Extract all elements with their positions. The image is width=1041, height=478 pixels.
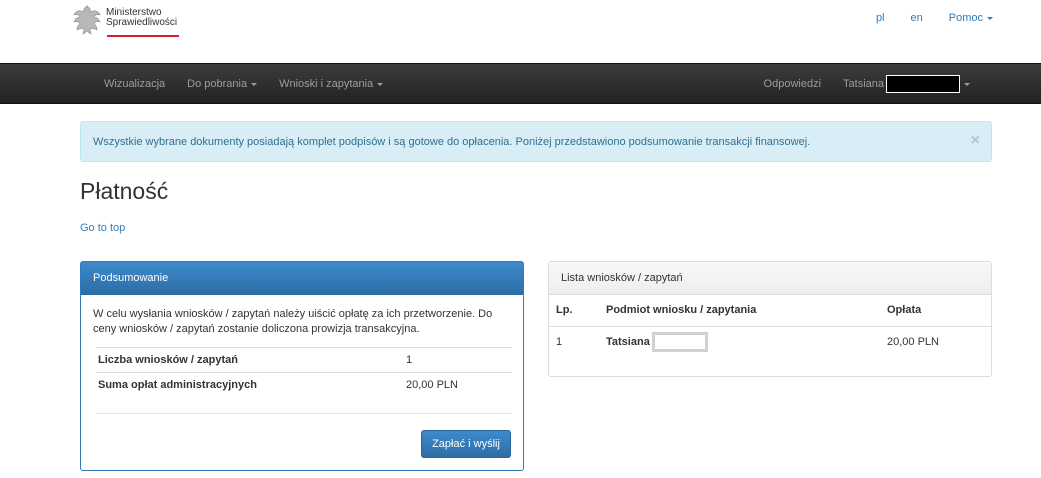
summary-count-label: Liczba wniosków / zapytań <box>96 347 404 373</box>
pay-and-send-button[interactable]: Zapłać i wyślij <box>421 430 511 458</box>
nav-left: Wizualizacja Do pobrania Wnioski i zapyt… <box>93 64 394 104</box>
row-subject: Tatsiana <box>599 326 880 357</box>
chevron-down-icon <box>377 82 384 86</box>
nav-item-requests[interactable]: Wnioski i zapytania <box>268 78 394 90</box>
nav-item-visualization[interactable]: Wizualizacja <box>93 78 176 90</box>
chevron-down-icon <box>964 82 970 86</box>
alert-text: Wszystkie wybrane dokumenty posiadają ko… <box>93 135 811 148</box>
column-header-fee: Opłata <box>880 295 991 327</box>
table-row: 1 Tatsiana 20,00 PLN <box>549 326 991 357</box>
logo-text: Ministerstwo Sprawiedliwości <box>106 8 177 28</box>
nav-item-downloads-label: Do pobrania <box>187 78 248 90</box>
redacted-user-surname <box>886 75 960 93</box>
column-header-subject: Podmiot wniosku / zapytania <box>599 295 880 327</box>
redacted-subject-surname <box>651 331 708 352</box>
row-lp: 1 <box>556 335 563 348</box>
language-links: pl en Pomoc <box>850 12 993 24</box>
nav-item-requests-label: Wnioski i zapytania <box>279 78 374 90</box>
subject-name: Tatsiana <box>606 335 650 348</box>
table-header-row: Lp. Podmiot wniosku / zapytania Opłata <box>549 295 991 327</box>
request-list-panel: Lista wniosków / zapytań Lp. Podmiot wni… <box>548 261 992 377</box>
subject-name-cell: Tatsiana <box>606 331 873 352</box>
header: Ministerstwo Sprawiedliwości pl en Pomoc <box>0 0 1041 63</box>
summary-fee-value: 20,00 PLN <box>404 372 512 398</box>
lang-pl-link[interactable]: pl <box>876 12 885 24</box>
user-name: Tatsiana <box>843 77 884 90</box>
user-menu[interactable]: Tatsiana <box>832 75 981 93</box>
eagle-emblem-icon <box>73 5 101 35</box>
summary-count-value: 1 <box>404 347 512 373</box>
logo-red-underline <box>107 35 179 37</box>
lang-en-link[interactable]: en <box>911 12 923 24</box>
table-row: Liczba wniosków / zapytań 1 <box>96 347 512 373</box>
table-row: Suma opłat administracyjnych 20,00 PLN <box>96 372 512 398</box>
summary-fee-label: Suma opłat administracyjnych <box>96 372 404 398</box>
help-dropdown[interactable]: Pomoc <box>949 12 993 24</box>
summary-table: Liczba wniosków / zapytań 1 Suma opłat a… <box>96 347 512 398</box>
row-fee: 20,00 PLN <box>887 335 939 348</box>
column-header-lp: Lp. <box>549 295 599 327</box>
help-label: Pomoc <box>948 12 983 24</box>
summary-description: W celu wysłania wniosków / zapytań należ… <box>93 308 493 335</box>
page-title: Płatność <box>80 178 169 204</box>
chevron-down-icon <box>987 16 993 20</box>
request-list-table: Lp. Podmiot wniosku / zapytania Opłata 1… <box>549 295 991 357</box>
summary-panel-heading: Podsumowanie <box>81 262 523 295</box>
request-list-heading: Lista wniosków / zapytań <box>549 262 991 295</box>
main-navbar: Wizualizacja Do pobrania Wnioski i zapyt… <box>0 63 1041 104</box>
chevron-down-icon <box>251 82 258 86</box>
nav-item-downloads[interactable]: Do pobrania <box>176 78 268 90</box>
go-to-top-link[interactable]: Go to top <box>80 222 125 234</box>
summary-panel: Podsumowanie W celu wysłania wniosków / … <box>80 261 524 471</box>
logo-line-2: Sprawiedliwości <box>106 17 178 28</box>
nav-item-answers[interactable]: Odpowiedzi <box>753 78 832 90</box>
info-alert: Wszystkie wybrane dokumenty posiadają ko… <box>80 121 992 162</box>
close-icon[interactable]: × <box>971 133 980 149</box>
divider <box>96 413 512 414</box>
nav-right: Odpowiedzi Tatsiana <box>753 64 981 104</box>
ministry-logo[interactable]: Ministerstwo Sprawiedliwości <box>72 4 179 38</box>
